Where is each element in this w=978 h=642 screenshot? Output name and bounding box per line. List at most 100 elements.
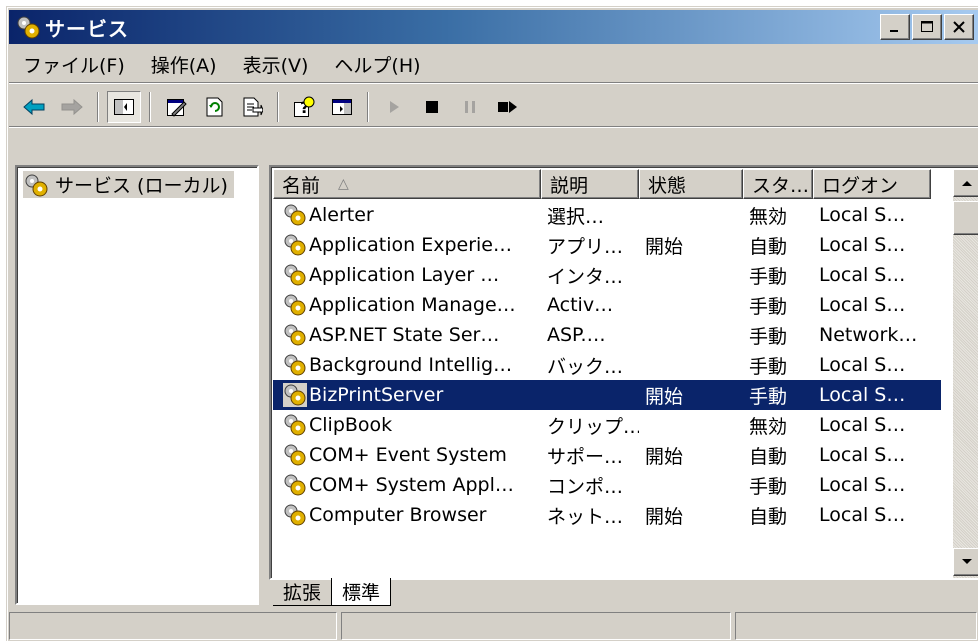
- table-row[interactable]: Background Intellig… バック… 手動 Local S…: [273, 350, 941, 380]
- table-row[interactable]: Application Layer … インタ… 手動 Local S…: [273, 260, 941, 290]
- cell-description: クリップ…: [547, 415, 639, 438]
- column-header-startup-type[interactable]: スタ…: [743, 169, 813, 199]
- status-pane: [735, 612, 977, 640]
- table-row[interactable]: Application Manage… Activ… 手動 Local S…: [273, 290, 941, 320]
- cell-name: Background Intellig…: [273, 353, 541, 377]
- cell-startup-type: 無効: [749, 415, 788, 438]
- cell-description: アプリ…: [547, 235, 624, 258]
- forward-button[interactable]: [55, 91, 89, 123]
- back-arrow-icon: [23, 98, 45, 115]
- vertical-scrollbar[interactable]: [953, 169, 978, 578]
- cell-startup-type: 手動: [749, 385, 788, 408]
- back-button[interactable]: [17, 91, 51, 123]
- scroll-up-button[interactable]: [953, 169, 978, 197]
- pause-service-button[interactable]: [453, 91, 487, 123]
- scroll-thumb[interactable]: [953, 201, 978, 235]
- menu-view[interactable]: 表示(V): [229, 51, 321, 78]
- cell-startup-type: 無効: [749, 205, 788, 228]
- show-hide-tree-button[interactable]: [107, 90, 141, 123]
- sort-ascending-icon: △: [338, 176, 349, 192]
- table-row[interactable]: COM+ Event System サポー… 開始 自動 Local S…: [273, 440, 941, 470]
- properties-icon: [167, 98, 187, 117]
- table-row[interactable]: Computer Browser ネット… 開始 自動 Local S…: [273, 500, 941, 530]
- menu-help[interactable]: ヘルプ(H): [320, 51, 432, 78]
- column-header-logon[interactable]: ログオン: [813, 169, 931, 199]
- service-name: COM+ Event System: [309, 444, 507, 466]
- service-name: ASP.NET State Ser…: [309, 324, 500, 346]
- table-row[interactable]: ClipBook クリップ… 無効 Local S…: [273, 410, 941, 440]
- list-header: 名前 △ 説明 状態 スタ… ログオン: [273, 169, 931, 199]
- cell-status: 開始: [645, 385, 684, 408]
- table-row[interactable]: Alerter 選択… 無効 Local S…: [273, 200, 941, 230]
- restart-service-button[interactable]: [491, 91, 525, 123]
- title-bar[interactable]: サービス: [9, 10, 978, 44]
- stop-service-button[interactable]: [415, 91, 449, 123]
- cell-name: ClipBook: [273, 413, 541, 437]
- tree-node-services-local[interactable]: サービス (ローカル): [23, 171, 234, 198]
- service-name: Background Intellig…: [309, 354, 513, 376]
- column-header-name[interactable]: 名前 △: [273, 169, 541, 199]
- show-hide-tree-icon: [114, 98, 134, 115]
- cell-status: 開始: [645, 505, 684, 528]
- cell-description: ASP.…: [547, 324, 606, 346]
- cell-logon: Local S…: [819, 264, 906, 286]
- toolbar-separator: [277, 91, 279, 122]
- table-row[interactable]: ASP.NET State Ser… ASP.… 手動 Network…: [273, 320, 941, 350]
- start-service-button[interactable]: [377, 91, 411, 123]
- cell-logon: Network…: [819, 324, 918, 346]
- cell-logon: Local S…: [819, 384, 906, 406]
- services-list-pane: 名前 △ 説明 状態 スタ… ログオン Alerter 選択… 無効 Local S……: [269, 165, 978, 580]
- tab-label: 拡張: [283, 582, 322, 604]
- cell-startup-type: 手動: [749, 355, 788, 378]
- menu-action[interactable]: 操作(A): [137, 51, 229, 78]
- maximize-icon: [921, 21, 933, 32]
- scroll-down-arrow-icon: [962, 559, 972, 564]
- tab-label: 標準: [342, 582, 381, 604]
- cell-name: COM+ System Appl…: [273, 473, 541, 497]
- tab-extended[interactable]: 拡張: [273, 578, 332, 606]
- cell-description: ネット…: [547, 505, 624, 528]
- cell-startup-type: 手動: [749, 475, 788, 498]
- service-gear-icon: [284, 294, 306, 316]
- properties-button[interactable]: [159, 91, 193, 123]
- status-pane: [9, 612, 337, 640]
- service-name: COM+ System Appl…: [309, 474, 514, 496]
- help-button[interactable]: ?: [287, 91, 321, 123]
- toolbar: ?: [9, 87, 978, 127]
- cell-logon: Local S…: [819, 504, 906, 526]
- table-row[interactable]: BizPrintServer 開始 手動 Local S…: [273, 380, 941, 410]
- menu-file[interactable]: ファイル(F): [9, 51, 137, 78]
- services-gear-icon: [17, 16, 40, 39]
- service-gear-icon: [284, 324, 306, 346]
- service-gear-icon: [284, 414, 306, 436]
- cell-name: COM+ Event System: [273, 443, 541, 467]
- service-gear-icon: [284, 444, 306, 466]
- service-name: BizPrintServer: [309, 384, 444, 406]
- table-row[interactable]: COM+ System Appl… コンポ… 手動 Local S…: [273, 470, 941, 500]
- export-list-button[interactable]: [235, 91, 269, 123]
- refresh-button[interactable]: [197, 91, 231, 123]
- scroll-down-button[interactable]: [953, 548, 978, 576]
- export-list-icon: [243, 97, 263, 116]
- cell-description: コンポ…: [547, 475, 624, 498]
- service-name: ClipBook: [309, 414, 393, 436]
- column-header-label: 名前: [282, 174, 321, 197]
- close-button[interactable]: [944, 14, 974, 40]
- start-service-icon: [390, 100, 399, 113]
- minimize-icon: [890, 30, 898, 32]
- minimize-button[interactable]: [880, 14, 910, 40]
- status-bar: [9, 612, 978, 642]
- toolbar-separator: [149, 91, 151, 122]
- tab-standard[interactable]: 標準: [331, 578, 392, 606]
- table-row[interactable]: Application Experie… アプリ… 開始 自動 Local S…: [273, 230, 941, 260]
- maximize-button[interactable]: [912, 14, 942, 40]
- console-tree-pane[interactable]: サービス (ローカル): [15, 165, 259, 605]
- cell-startup-type: 自動: [749, 235, 788, 258]
- service-name: Application Experie…: [309, 234, 512, 256]
- menu-bar: ファイル(F) 操作(A) 表示(V) ヘルプ(H): [9, 47, 978, 83]
- column-header-description[interactable]: 説明: [541, 169, 639, 199]
- column-header-status[interactable]: 状態: [639, 169, 743, 199]
- cell-status: 開始: [645, 445, 684, 468]
- cell-logon: Local S…: [819, 444, 906, 466]
- show-hide-action-pane-button[interactable]: [325, 91, 359, 123]
